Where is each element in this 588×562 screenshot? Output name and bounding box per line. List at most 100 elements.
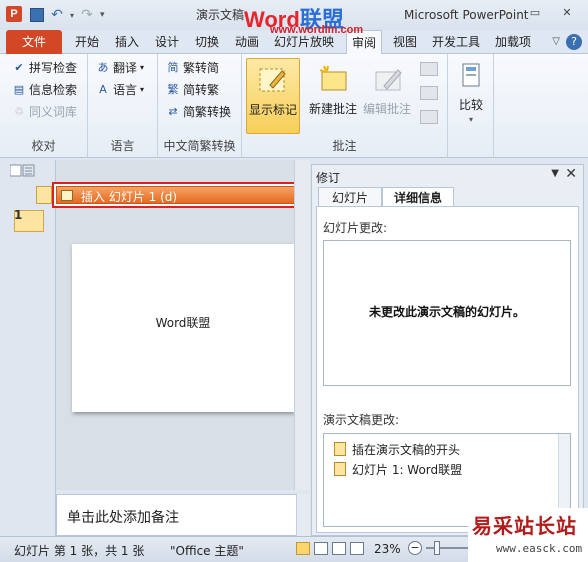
redo-icon[interactable]: ↷ <box>80 8 94 22</box>
spell-check-icon: ✔ <box>14 61 24 74</box>
watermark-site-url: www.easck.com <box>496 542 583 555</box>
notes-scrollbar[interactable] <box>296 494 310 536</box>
new-comment-icon <box>316 62 350 96</box>
revision-marker-icon[interactable] <box>36 186 52 204</box>
tab-addins[interactable]: 加载项 <box>490 30 536 54</box>
change-doc-icon <box>334 462 346 476</box>
zoom-level[interactable]: 23% <box>374 542 401 556</box>
zoom-slider-thumb[interactable] <box>434 541 440 555</box>
thesaurus-button[interactable]: ♲ 同义词库 <box>12 102 77 122</box>
undo-icon[interactable]: ↶ <box>50 8 64 22</box>
tab-details[interactable]: 详细信息 <box>382 187 454 207</box>
tab-view[interactable]: 视图 <box>388 30 422 54</box>
new-comment-button[interactable]: 新建批注 <box>306 58 360 117</box>
change-doc-icon <box>334 442 346 456</box>
delete-comment-icon[interactable] <box>420 62 438 76</box>
translate-button[interactable]: あ翻译 ▾ <box>96 58 145 78</box>
compare-dropdown-icon: ▾ <box>468 115 473 124</box>
traditional-icon: 繁 <box>167 83 179 96</box>
tab-transitions[interactable]: 切换 <box>190 30 224 54</box>
customize-qat-icon[interactable]: ▾ <box>100 10 105 20</box>
show-markup-button[interactable]: 显示标记 <box>246 58 300 134</box>
tab-developer[interactable]: 开发工具 <box>426 30 486 54</box>
theme-status[interactable]: "Office 主题" <box>170 542 244 559</box>
list-item[interactable]: 插在演示文稿的开头 <box>334 440 460 458</box>
slide-canvas[interactable]: Word联盟 <box>72 244 294 412</box>
to-traditional-button[interactable]: 繁简转繁 <box>166 80 220 100</box>
group-compare: 比较 ▾ <box>448 54 494 158</box>
pane-close-icon[interactable]: ✕ <box>565 166 577 182</box>
tab-slides[interactable]: 幻灯片 <box>318 187 382 207</box>
translate-icon: あ <box>97 61 109 74</box>
group-language: あ翻译 ▾ A 语言 ▾ 语言 <box>88 54 158 158</box>
editor-scrollbar[interactable] <box>294 160 310 490</box>
quick-access-toolbar: ↶ ▾ ↷ ▾ <box>30 7 105 23</box>
presentation-changes-label: 演示文稿更改: <box>323 413 400 427</box>
undo-dropdown-icon[interactable]: ▾ <box>70 11 74 20</box>
convert-icon: ⇄ <box>168 105 178 118</box>
notes-pane[interactable]: 单击此处添加备注 <box>56 494 298 536</box>
convert-button[interactable]: ⇄ 简繁转换 <box>166 102 231 122</box>
slide-count-status: 幻灯片 第 1 张，共 1 张 <box>14 544 145 558</box>
outline-tabs[interactable] <box>9 164 36 178</box>
normal-view-icon[interactable] <box>296 542 310 555</box>
slide-sorter-icon[interactable] <box>314 542 328 555</box>
revision-checkbox[interactable] <box>61 190 73 201</box>
revision-text: 插入 幻灯片 1 (d) <box>81 190 178 204</box>
slide-changes-label: 幻灯片更改: <box>323 221 388 235</box>
restore-button[interactable]: ▭ <box>526 6 544 22</box>
reading-view-icon[interactable] <box>332 542 346 555</box>
watermark-url: www.wordlm.com <box>270 24 364 36</box>
slideshow-view-icon[interactable] <box>350 542 364 555</box>
compare-icon <box>457 62 485 92</box>
slide-changes-list: 未更改此演示文稿的幻灯片。 <box>323 240 571 386</box>
minimize-ribbon-icon[interactable]: ▽ <box>552 36 560 47</box>
group-proofing: ✔ 拼写检查 ▤ 信息检索 ♲ 同义词库 校对 <box>0 54 88 158</box>
research-button[interactable]: ▤ 信息检索 <box>12 80 77 100</box>
slide-thumbnail-pane: 1 <box>6 160 56 536</box>
group-label-language: 语言 <box>110 139 135 153</box>
list-item[interactable]: 幻灯片 1: Word联盟 <box>334 460 462 478</box>
previous-comment-icon[interactable] <box>420 86 438 100</box>
simplified-icon: 简 <box>167 61 179 74</box>
revision-callout[interactable]: 插入 幻灯片 1 (d) <box>52 182 306 208</box>
slide-number: 1 <box>14 208 23 222</box>
group-label-chinese-conversion: 中文简繁转换 <box>163 139 236 153</box>
tab-design[interactable]: 设计 <box>150 30 184 54</box>
ribbon: ✔ 拼写检查 ▤ 信息检索 ♲ 同义词库 校对 あ翻译 ▾ A 语言 ▾ 语言 简繁转简 繁… <box>0 54 588 158</box>
watermark-site-name: 易采站长站 <box>472 514 577 538</box>
powerpoint-app-icon[interactable]: P <box>6 6 22 22</box>
revisions-pane-title: 修订 <box>316 171 341 185</box>
revisions-details-body: 幻灯片更改: 未更改此演示文稿的幻灯片。 演示文稿更改: 插在演示文稿的开头 幻… <box>316 206 579 533</box>
tab-animations[interactable]: 动画 <box>230 30 264 54</box>
notes-placeholder[interactable]: 单击此处添加备注 <box>67 507 179 527</box>
minimize-button[interactable]: – <box>500 6 518 22</box>
pane-menu-icon[interactable]: ▼ <box>551 168 559 179</box>
help-icon[interactable]: ? <box>566 34 582 50</box>
research-icon: ▤ <box>13 83 25 96</box>
group-label-comments: 批注 <box>332 139 357 153</box>
to-simplified-button[interactable]: 简繁转简 <box>166 58 220 78</box>
spell-check-button[interactable]: ✔ 拼写检查 <box>12 58 77 78</box>
revisions-pane: 修订 ▼ ✕ 幻灯片 详细信息 幻灯片更改: 未更改此演示文稿的幻灯片。 演示文… <box>311 164 584 536</box>
edit-comment-icon <box>370 62 404 96</box>
no-changes-message: 未更改此演示文稿的幻灯片。 <box>368 305 525 319</box>
tab-insert[interactable]: 插入 <box>110 30 144 54</box>
close-button[interactable]: ✕ <box>558 6 576 22</box>
show-markup-icon <box>256 63 290 97</box>
translate-dropdown-icon: ▾ <box>140 63 145 72</box>
corner-watermark: 易采站长站 www.easck.com <box>468 508 588 562</box>
next-comment-icon[interactable] <box>420 110 438 124</box>
language-icon: A <box>99 83 107 96</box>
group-chinese-conversion: 简繁转简 繁简转繁 ⇄ 简繁转换 中文简繁转换 <box>158 54 242 158</box>
language-button[interactable]: A 语言 ▾ <box>96 80 144 100</box>
zoom-out-button[interactable]: − <box>408 541 422 555</box>
tab-file[interactable]: 文件 <box>6 30 62 54</box>
thesaurus-icon: ♲ <box>14 105 24 118</box>
save-icon[interactable] <box>30 8 44 22</box>
slide-text[interactable]: Word联盟 <box>72 314 294 331</box>
edit-comment-button[interactable]: 编辑批注 <box>360 58 414 117</box>
tab-home[interactable]: 开始 <box>70 30 104 54</box>
group-comments: 显示标记 新建批注 编辑批注 批注 <box>242 54 448 158</box>
compare-button[interactable]: 比较 ▾ <box>454 58 488 124</box>
